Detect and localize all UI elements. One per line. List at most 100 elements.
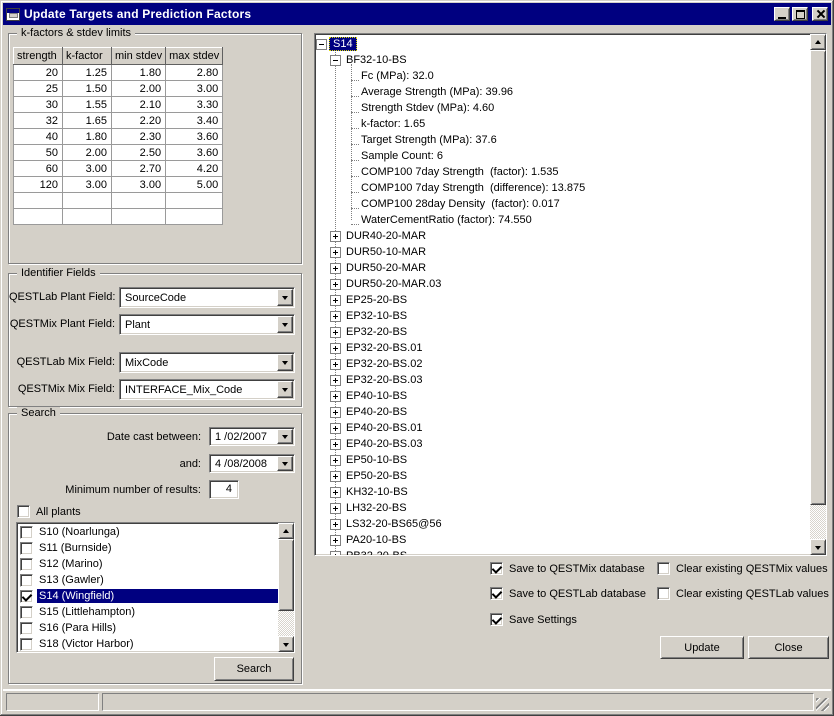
tree-node[interactable]: PB32-20-BS bbox=[315, 548, 810, 555]
kfactor-cell[interactable]: 2.70 bbox=[112, 161, 166, 177]
close-action-button[interactable]: Close bbox=[748, 636, 829, 659]
tree-node[interactable]: PA20-10-BS bbox=[315, 532, 810, 548]
kfactor-cell[interactable]: 2.00 bbox=[63, 145, 112, 161]
plant-checkbox[interactable] bbox=[20, 590, 33, 603]
kfactor-cell[interactable]: 40 bbox=[14, 129, 63, 145]
plant-list-item[interactable]: S14 (Wingfield) bbox=[17, 588, 278, 604]
kfactor-cell[interactable]: 1.80 bbox=[112, 65, 166, 81]
tree-node[interactable]: EP32-20-BS bbox=[315, 324, 810, 340]
kfactor-cell[interactable]: 3.00 bbox=[63, 161, 112, 177]
clear-qestlab-checkbox[interactable] bbox=[657, 587, 670, 600]
plant-checkbox[interactable] bbox=[20, 526, 33, 539]
date-from-combo[interactable]: 1 /02/2007 bbox=[209, 427, 295, 446]
tree-leaf[interactable]: COMP100 7day Strength (factor): 1.535 bbox=[315, 164, 810, 180]
tree-node[interactable]: DUR50-20-MAR.03 bbox=[315, 276, 810, 292]
expand-plus-icon[interactable] bbox=[330, 327, 341, 338]
plant-checkbox[interactable] bbox=[20, 606, 33, 619]
scroll-up-icon[interactable] bbox=[278, 523, 294, 539]
tree-leaf[interactable]: COMP100 28day Density (factor): 0.017 bbox=[315, 196, 810, 212]
tree-leaf[interactable]: WaterCementRatio (factor): 74.550 bbox=[315, 212, 810, 228]
kfactor-cell[interactable]: 32 bbox=[14, 113, 63, 129]
kfactor-cell[interactable]: 4.20 bbox=[166, 161, 223, 177]
search-button[interactable]: Search bbox=[214, 657, 294, 681]
kfactor-cell[interactable]: 60 bbox=[14, 161, 63, 177]
kfactor-cell[interactable]: 2.50 bbox=[112, 145, 166, 161]
kfactor-cell[interactable]: 3.60 bbox=[166, 145, 223, 161]
min-results-input[interactable]: 4 bbox=[209, 480, 239, 499]
plant-checkbox[interactable] bbox=[20, 574, 33, 587]
expand-plus-icon[interactable] bbox=[330, 519, 341, 530]
kfactor-cell[interactable]: 3.00 bbox=[112, 177, 166, 193]
expand-plus-icon[interactable] bbox=[330, 423, 341, 434]
kfactor-cell[interactable] bbox=[166, 209, 223, 225]
kfactor-cell[interactable]: 120 bbox=[14, 177, 63, 193]
dropdown-arrow-icon[interactable] bbox=[277, 429, 293, 444]
scrollbar-thumb[interactable] bbox=[278, 539, 294, 611]
kfactor-cell[interactable]: 1.25 bbox=[63, 65, 112, 81]
save-settings-checkbox[interactable] bbox=[490, 613, 503, 626]
tree-leaf[interactable]: k-factor: 1.65 bbox=[315, 116, 810, 132]
expand-plus-icon[interactable] bbox=[330, 279, 341, 290]
tree-node[interactable]: LS32-20-BS65@56 bbox=[315, 516, 810, 532]
collapse-minus-icon[interactable] bbox=[316, 39, 327, 50]
kfactor-cell[interactable]: 2.80 bbox=[166, 65, 223, 81]
kfactor-cell[interactable]: 1.50 bbox=[63, 81, 112, 97]
kfactor-cell[interactable]: 3.60 bbox=[166, 129, 223, 145]
kfactor-cell[interactable]: 3.30 bbox=[166, 97, 223, 113]
plant-list-item[interactable]: S12 (Marino) bbox=[17, 556, 278, 572]
kfactor-cell[interactable]: 3.00 bbox=[63, 177, 112, 193]
expand-plus-icon[interactable] bbox=[330, 231, 341, 242]
tree-leaf[interactable]: Average Strength (MPa): 39.96 bbox=[315, 84, 810, 100]
expand-plus-icon[interactable] bbox=[330, 535, 341, 546]
scrollbar-thumb[interactable] bbox=[810, 50, 826, 505]
save-qestlab-checkbox[interactable] bbox=[490, 587, 503, 600]
tree-node[interactable]: EP32-20-BS.02 bbox=[315, 356, 810, 372]
scroll-down-icon[interactable] bbox=[278, 636, 294, 652]
tree-node[interactable]: DUR50-10-MAR bbox=[315, 244, 810, 260]
tree-leaf[interactable]: COMP100 7day Strength (difference): 13.8… bbox=[315, 180, 810, 196]
plant-list-item[interactable]: S18 (Victor Harbor) bbox=[17, 636, 278, 652]
plant-list-item[interactable]: S15 (Littlehampton) bbox=[17, 604, 278, 620]
scroll-down-icon[interactable] bbox=[810, 539, 826, 555]
tree-node[interactable]: DUR40-20-MAR bbox=[315, 228, 810, 244]
expand-plus-icon[interactable] bbox=[330, 359, 341, 370]
expand-plus-icon[interactable] bbox=[330, 375, 341, 386]
kfactor-cell[interactable]: 2.30 bbox=[112, 129, 166, 145]
maximize-button[interactable] bbox=[792, 7, 808, 21]
expand-plus-icon[interactable] bbox=[330, 247, 341, 258]
tree-node[interactable]: EP25-20-BS bbox=[315, 292, 810, 308]
expand-plus-icon[interactable] bbox=[330, 551, 341, 556]
scrollbar-track[interactable] bbox=[278, 539, 294, 636]
kfactor-cell[interactable] bbox=[166, 193, 223, 209]
plant-checkbox[interactable] bbox=[20, 542, 33, 555]
scrollbar-track[interactable] bbox=[810, 50, 826, 539]
expand-plus-icon[interactable] bbox=[330, 391, 341, 402]
tree-node[interactable]: EP32-20-BS.03 bbox=[315, 372, 810, 388]
kfactor-cell[interactable]: 3.40 bbox=[166, 113, 223, 129]
tree-leaf[interactable]: Target Strength (MPa): 37.6 bbox=[315, 132, 810, 148]
tree-node[interactable]: EP40-20-BS bbox=[315, 404, 810, 420]
tree-node[interactable]: EP32-20-BS.01 bbox=[315, 340, 810, 356]
kfactor-cell[interactable] bbox=[14, 193, 63, 209]
kfactor-cell[interactable]: 25 bbox=[14, 81, 63, 97]
date-to-combo[interactable]: 4 /08/2008 bbox=[209, 454, 295, 473]
scroll-up-icon[interactable] bbox=[810, 34, 826, 50]
close-button[interactable] bbox=[812, 7, 828, 21]
resize-grip[interactable] bbox=[816, 698, 829, 711]
kfactor-cell[interactable]: 2.20 bbox=[112, 113, 166, 129]
expand-plus-icon[interactable] bbox=[330, 343, 341, 354]
kfactor-cell[interactable] bbox=[14, 209, 63, 225]
kfactor-cell[interactable]: 5.00 bbox=[166, 177, 223, 193]
tree-node[interactable]: DUR50-20-MAR bbox=[315, 260, 810, 276]
tree-node[interactable]: EP40-10-BS bbox=[315, 388, 810, 404]
kfactor-cell[interactable]: 2.10 bbox=[112, 97, 166, 113]
expand-plus-icon[interactable] bbox=[330, 503, 341, 514]
kfactor-cell[interactable]: 30 bbox=[14, 97, 63, 113]
kfactor-cell[interactable]: 20 bbox=[14, 65, 63, 81]
tree-leaf[interactable]: Strength Stdev (MPa): 4.60 bbox=[315, 100, 810, 116]
tree-node[interactable]: EP40-20-BS.03 bbox=[315, 436, 810, 452]
expand-plus-icon[interactable] bbox=[330, 455, 341, 466]
expand-plus-icon[interactable] bbox=[330, 471, 341, 482]
all-plants-checkbox[interactable] bbox=[17, 505, 30, 518]
tree-node[interactable]: EP32-10-BS bbox=[315, 308, 810, 324]
